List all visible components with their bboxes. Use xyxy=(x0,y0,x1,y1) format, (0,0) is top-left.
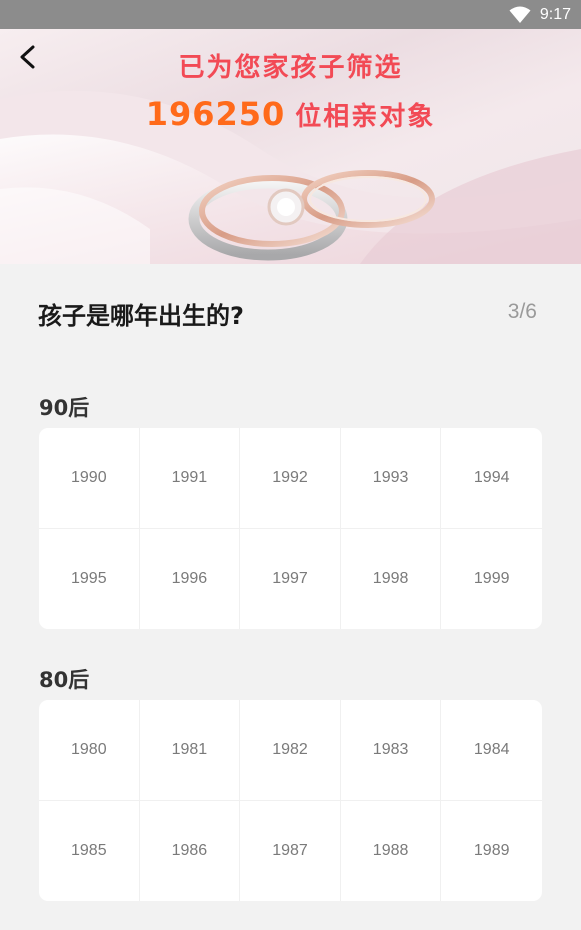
hero-title: 已为您家孩子筛选 xyxy=(178,53,403,83)
year-grid-90s: 1990 1991 1992 1993 1994 1995 1996 1997 … xyxy=(39,428,542,629)
year-option[interactable]: 1985 xyxy=(39,800,140,901)
year-option[interactable]: 1983 xyxy=(340,700,442,801)
year-option[interactable]: 1994 xyxy=(441,428,542,529)
hero-count-line: 196250 位相亲对象 xyxy=(0,95,581,133)
group-label-90s: 90后 xyxy=(39,396,90,420)
year-option[interactable]: 1999 xyxy=(441,529,542,630)
year-grid-80s: 1980 1981 1982 1983 1984 1985 1986 1987 … xyxy=(39,700,542,901)
group-label-80s: 80后 xyxy=(39,668,90,692)
match-count: 196250 xyxy=(145,95,286,133)
year-option[interactable]: 1988 xyxy=(341,800,442,901)
status-bar: 9:17 xyxy=(0,0,581,29)
year-option[interactable]: 1981 xyxy=(139,700,241,801)
hero-banner: 已为您家孩子筛选 196250 位相亲对象 xyxy=(0,29,581,264)
question-title: 孩子是哪年出生的? xyxy=(38,302,244,330)
year-option[interactable]: 1989 xyxy=(441,801,542,902)
year-option[interactable]: 1996 xyxy=(140,528,241,629)
year-option[interactable]: 1998 xyxy=(341,528,442,629)
year-option[interactable]: 1986 xyxy=(140,800,241,901)
year-option[interactable]: 1984 xyxy=(441,700,542,801)
year-option[interactable]: 1990 xyxy=(39,428,140,529)
year-option[interactable]: 1995 xyxy=(39,528,140,629)
year-option[interactable]: 1992 xyxy=(240,428,341,529)
status-time: 9:17 xyxy=(539,6,571,23)
year-option[interactable]: 1987 xyxy=(240,800,341,901)
year-option[interactable]: 1980 xyxy=(39,700,140,801)
year-option[interactable]: 1993 xyxy=(340,428,442,529)
wifi-icon xyxy=(509,6,531,23)
year-option[interactable]: 1982 xyxy=(240,700,341,801)
step-progress: 3/6 xyxy=(507,300,537,323)
year-option[interactable]: 1997 xyxy=(240,528,341,629)
year-option[interactable]: 1991 xyxy=(139,428,241,529)
match-count-suffix: 位相亲对象 xyxy=(295,101,436,132)
